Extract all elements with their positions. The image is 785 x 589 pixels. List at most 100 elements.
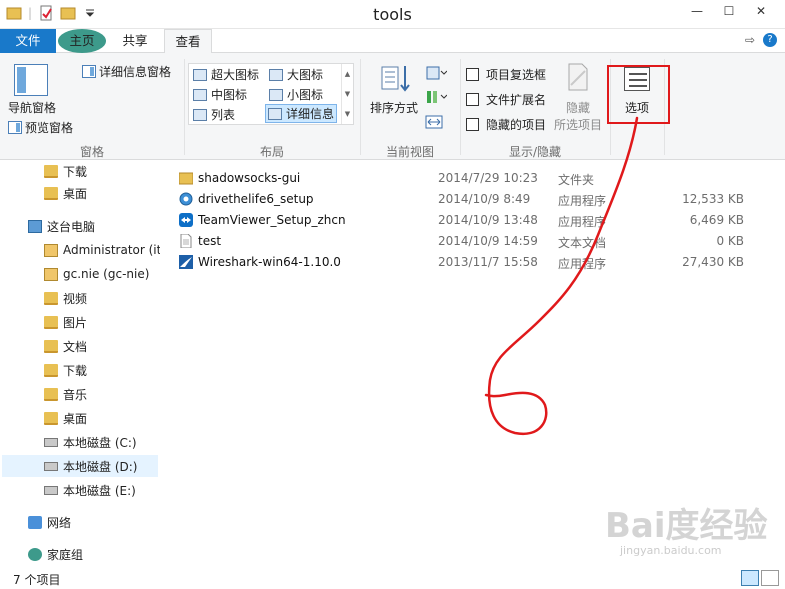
hidden-items-checkbox[interactable]: 隐藏的项目 <box>466 116 546 133</box>
file-row[interactable]: drivethelife6_setup 2014/10/9 8:49 应用程序 … <box>174 189 774 210</box>
close-button[interactable]: ✕ <box>745 0 777 22</box>
nav-item-network[interactable]: 网络 <box>28 511 71 533</box>
maximize-button[interactable]: ☐ <box>713 0 745 22</box>
title-bar: | tools — ☐ ✕ <box>0 0 785 29</box>
options-icon <box>624 67 650 91</box>
layout-large-icons[interactable]: 大图标 <box>267 65 325 84</box>
file-extensions-checkbox[interactable]: 文件扩展名 <box>466 91 546 108</box>
folder-icon <box>44 411 58 425</box>
tab-share[interactable]: 共享 <box>110 29 160 53</box>
nav-item-this-pc[interactable]: 这台电脑 <box>28 215 95 237</box>
nav-item-videos[interactable]: 视频 <box>44 287 87 309</box>
nav-item-documents[interactable]: 文档 <box>44 335 87 357</box>
item-count: 7 个项目 <box>13 573 61 587</box>
divider <box>184 59 185 155</box>
nav-item-pictures[interactable]: 图片 <box>44 311 87 333</box>
tab-home[interactable]: 主页 <box>58 29 106 53</box>
layout-extra-large-icons[interactable]: 超大图标 <box>191 65 261 84</box>
window-title: tools <box>373 5 412 24</box>
size-all-columns-icon[interactable] <box>425 113 443 131</box>
wireshark-icon <box>179 255 193 269</box>
item-checkboxes-checkbox[interactable]: 项目复选框 <box>466 66 546 83</box>
nav-item-gc-nie[interactable]: gc.nie (gc-nie) <box>44 263 149 285</box>
network-icon <box>28 515 42 529</box>
layout-gallery: 超大图标 大图标 中图标 小图标 列表 详细信息 ▲ ▼ ▼ <box>188 63 354 125</box>
tab-view[interactable]: 查看 <box>164 29 212 54</box>
navigation-pane: 下载 桌面 这台电脑 Administrator (iti gc.nie (gc… <box>0 160 160 568</box>
window-controls: — ☐ ✕ <box>681 0 777 22</box>
divider <box>664 59 665 155</box>
drive-icon <box>44 485 58 495</box>
nav-item-downloads-quick[interactable]: 下载 <box>44 160 87 182</box>
layout-list[interactable]: 列表 <box>191 105 237 124</box>
folder-icon <box>44 339 58 353</box>
drive-icon <box>44 461 58 471</box>
preview-pane-button[interactable]: 预览窗格 <box>8 119 73 136</box>
navigation-pane-icon[interactable] <box>14 64 48 96</box>
help-icon[interactable]: ? <box>763 33 777 47</box>
group-label-current-view: 当前视图 <box>385 145 434 159</box>
network-drive-icon <box>44 243 58 257</box>
group-label-layout: 布局 <box>259 145 284 159</box>
minimize-button[interactable]: — <box>681 0 713 22</box>
hide-selected-button[interactable]: 隐藏 <box>566 99 590 116</box>
preview-pane-icon <box>8 121 22 134</box>
details-pane-icon <box>82 65 96 78</box>
setup-icon <box>179 192 193 206</box>
ribbon-tab-row: 文件 主页 共享 查看 ⇨ ? <box>0 29 785 54</box>
options-button[interactable]: 选项 <box>612 61 662 121</box>
watermark-url: jingyan.baidu.com <box>620 544 722 557</box>
folder-icon <box>44 164 58 178</box>
folder-icon <box>179 172 193 185</box>
file-row[interactable]: shadowsocks-gui 2014/7/29 10:23 文件夹 <box>174 168 774 189</box>
medium-icons-icon <box>193 88 207 101</box>
nav-item-downloads[interactable]: 下载 <box>44 359 87 381</box>
teamviewer-icon <box>179 213 193 227</box>
nav-item-desktop-quick[interactable]: 桌面 <box>44 182 87 204</box>
watermark-logo: Bai度经验 <box>605 506 768 546</box>
group-label-panes: 窗格 <box>79 145 104 159</box>
sort-by-icon[interactable] <box>380 63 412 93</box>
nav-item-desktop[interactable]: 桌面 <box>44 407 87 429</box>
file-row[interactable]: test 2014/10/9 14:59 文本文档 0 KB <box>174 231 774 252</box>
nav-item-drive-e[interactable]: 本地磁盘 (E:) <box>44 479 136 501</box>
ribbon: 导航窗格 预览窗格 详细信息窗格 窗格 超大图标 大图标 中图标 小图标 列表 … <box>0 53 785 160</box>
list-icon <box>193 108 207 121</box>
divider <box>360 59 361 155</box>
text-file-icon <box>180 234 192 248</box>
file-row[interactable]: Wireshark-win64-1.10.0 2013/11/7 15:58 应… <box>174 252 774 273</box>
nav-item-administrator[interactable]: Administrator (iti <box>44 239 160 261</box>
nav-item-homegroup[interactable]: 家庭组 <box>28 543 83 565</box>
large-icons-view-toggle[interactable] <box>761 570 779 586</box>
folder-icon <box>44 291 58 305</box>
details-icon <box>268 107 282 120</box>
file-row[interactable]: TeamViewer_Setup_zhcn 2014/10/9 13:48 应用… <box>174 210 774 231</box>
options-label: 选项 <box>624 101 649 115</box>
folder-icon <box>44 363 58 377</box>
tab-file[interactable]: 文件 <box>0 29 56 53</box>
drive-icon <box>44 437 58 447</box>
checkbox <box>466 68 479 81</box>
checkbox <box>466 93 479 106</box>
small-icons-icon <box>269 88 283 101</box>
pin-ribbon-icon[interactable]: ⇨ <box>745 33 755 47</box>
details-view-toggle[interactable] <box>741 570 759 586</box>
nav-item-music[interactable]: 音乐 <box>44 383 87 405</box>
layout-small-icons[interactable]: 小图标 <box>267 85 325 104</box>
layout-medium-icons[interactable]: 中图标 <box>191 85 249 104</box>
add-columns-icon[interactable] <box>425 89 447 105</box>
folder-icon <box>44 387 58 401</box>
folder-icon <box>44 315 58 329</box>
layout-details[interactable]: 详细信息 <box>265 104 338 123</box>
checkbox <box>466 118 479 131</box>
group-by-icon[interactable] <box>425 65 447 81</box>
layout-gallery-scrollbar[interactable]: ▲ ▼ ▼ <box>341 64 353 124</box>
details-pane-button[interactable]: 详细信息窗格 <box>82 63 171 80</box>
navigation-pane-button[interactable]: 导航窗格 <box>8 99 56 116</box>
divider <box>460 59 461 155</box>
sort-by-button[interactable]: 排序方式 <box>370 99 418 116</box>
hide-selected-sublabel: 所选项目 <box>554 118 603 132</box>
nav-item-drive-c[interactable]: 本地磁盘 (C:) <box>44 431 137 453</box>
nav-item-drive-d[interactable]: 本地磁盘 (D:) <box>2 455 158 477</box>
extra-large-icons-icon <box>193 68 207 81</box>
